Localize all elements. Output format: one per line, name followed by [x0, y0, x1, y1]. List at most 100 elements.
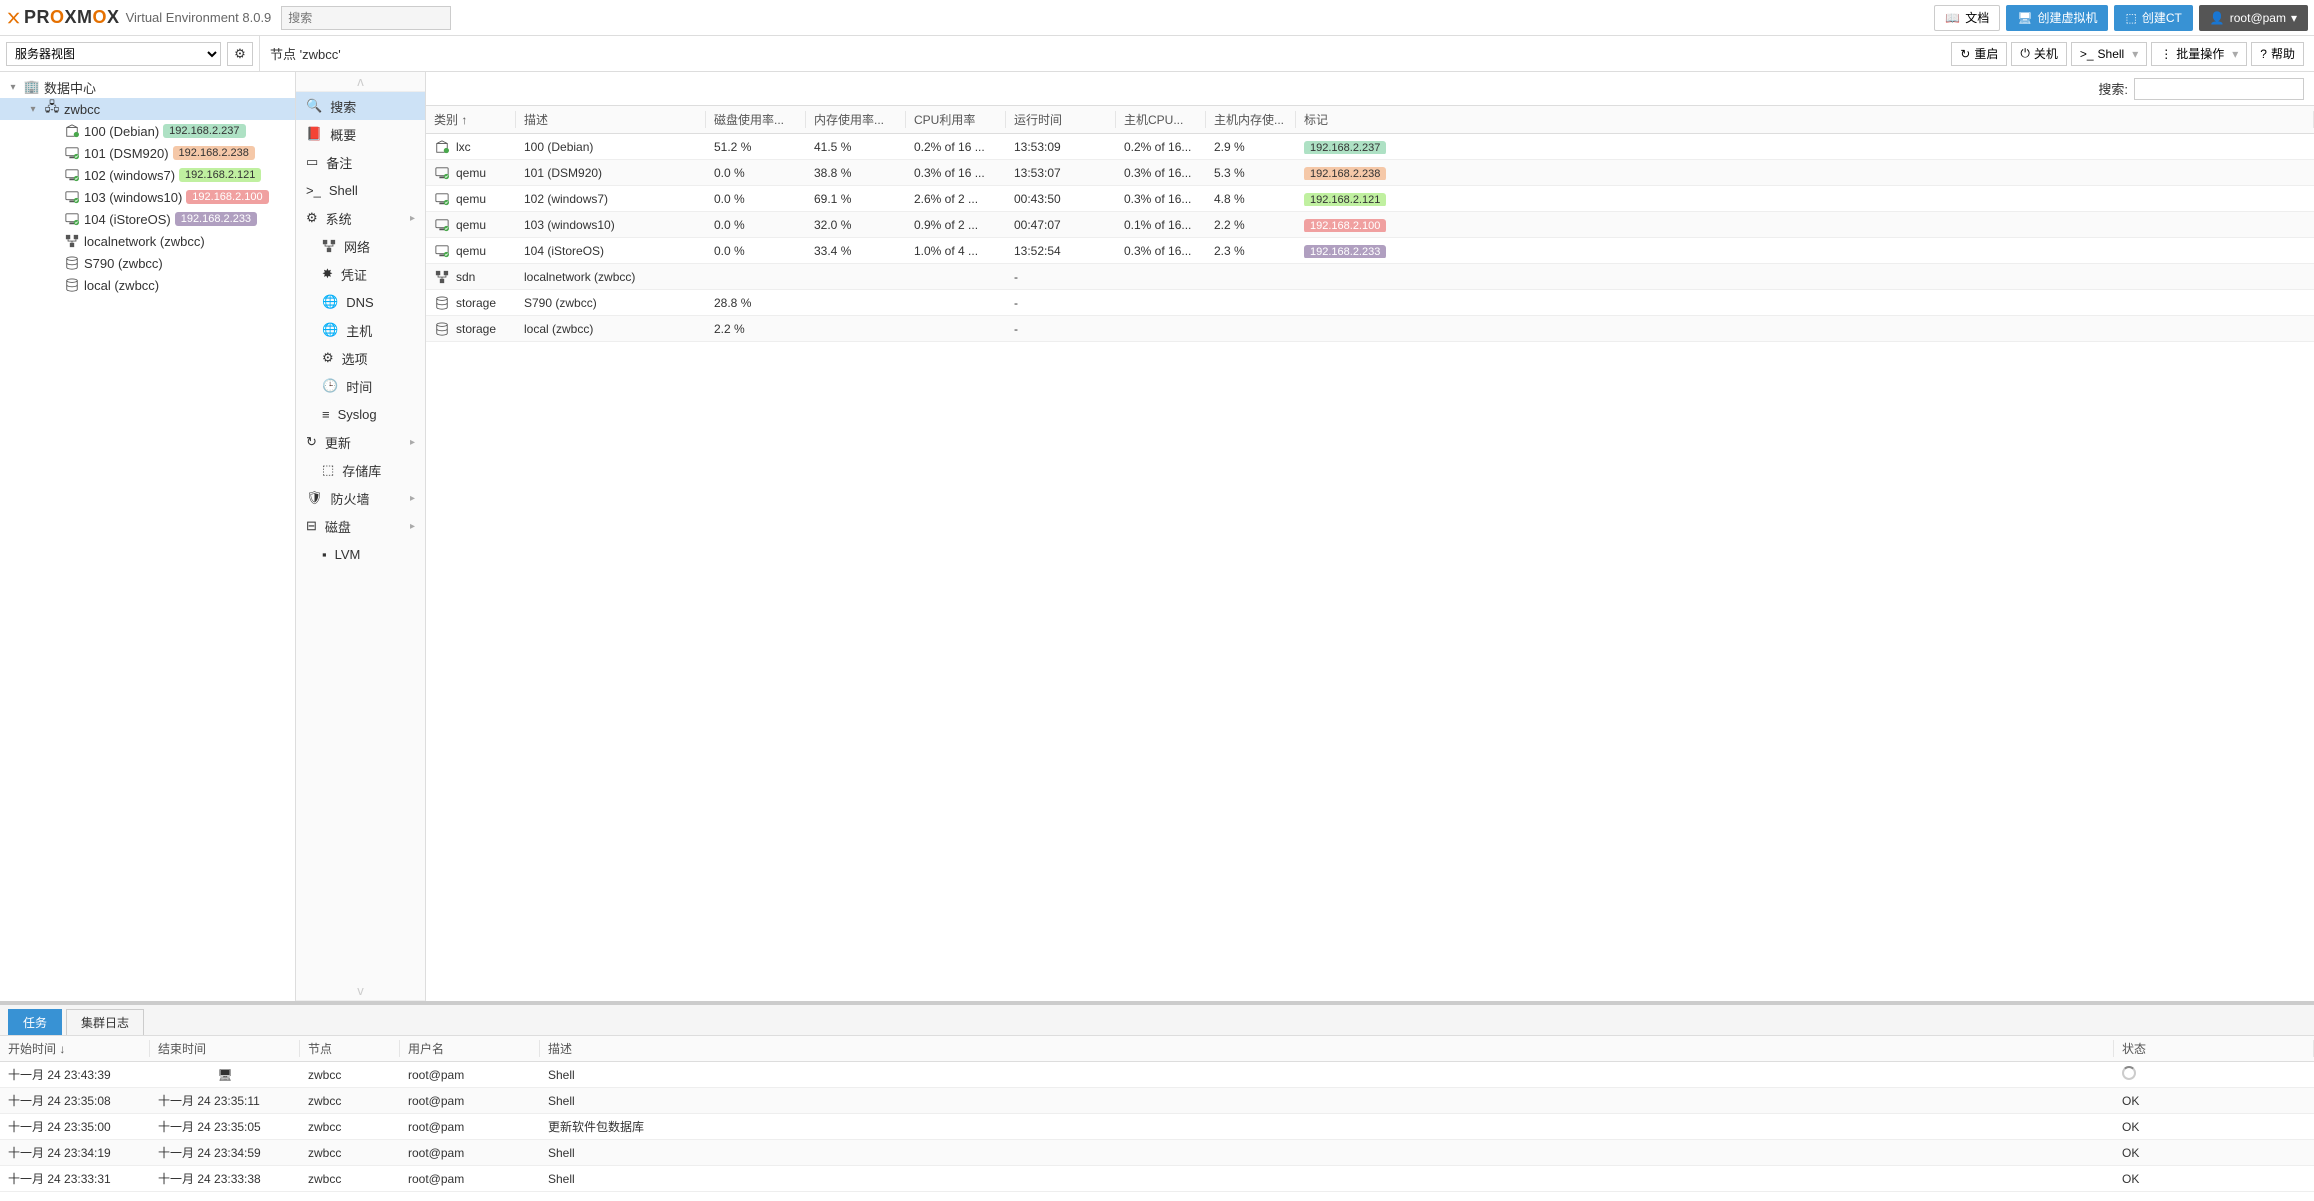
- create-ct-button[interactable]: ⬚ 创建CT: [2114, 5, 2192, 31]
- tree-item[interactable]: 104 (iStoreOS) 192.168.2.233: [0, 208, 295, 230]
- breadcrumb: 节点 'zwbcc': [270, 44, 341, 63]
- docs-button[interactable]: 📖 文档: [1934, 5, 2000, 31]
- menu-item-更新[interactable]: ↻更新▸: [296, 428, 425, 456]
- task-row[interactable]: 十一月 24 23:35:00十一月 24 23:35:05zwbccroot@…: [0, 1114, 2314, 1140]
- chevron-right-icon: ▸: [410, 437, 415, 448]
- col-tags[interactable]: 标记: [1296, 111, 2314, 128]
- help-button[interactable]: ?帮助: [2251, 42, 2304, 66]
- vm-icon: [64, 167, 80, 183]
- tab-tasks[interactable]: 任务: [8, 1009, 62, 1035]
- menu-item-Shell[interactable]: >_Shell: [296, 176, 425, 204]
- global-search-input[interactable]: [281, 6, 451, 30]
- col-node[interactable]: 节点: [300, 1040, 400, 1057]
- menu-item-DNS[interactable]: 🌐DNS: [296, 288, 425, 316]
- menu-item-网络[interactable]: 网络: [296, 232, 425, 260]
- menu-item-LVM[interactable]: ▪LVM: [296, 540, 425, 568]
- tree-item-label: 104 (iStoreOS): [84, 212, 171, 227]
- grid-row[interactable]: sdnlocalnetwork (zwbcc)-: [426, 264, 2314, 290]
- grid-row[interactable]: lxc100 (Debian)51.2 %41.5 %0.2% of 16 ..…: [426, 134, 2314, 160]
- menu-item-label: 防火墙: [331, 489, 370, 508]
- menu-item-时间[interactable]: 🕒时间: [296, 372, 425, 400]
- menu-item-存储库[interactable]: ⬚存储库: [296, 456, 425, 484]
- col-hostcpu[interactable]: 主机CPU...: [1116, 111, 1206, 128]
- tree-item[interactable]: S790 (zwbcc): [0, 252, 295, 274]
- ip-tag: 192.168.2.237: [1304, 141, 1386, 154]
- ip-tag: 192.168.2.233: [175, 212, 257, 226]
- menu-item-概要[interactable]: 📕概要: [296, 120, 425, 148]
- tree-node[interactable]: ▾ 🖧 zwbcc: [0, 98, 295, 120]
- create-vm-button[interactable]: 🖥 创建虚拟机: [2006, 5, 2108, 31]
- col-uptime[interactable]: 运行时间: [1006, 111, 1116, 128]
- menu-item-Syslog[interactable]: ≡Syslog: [296, 400, 425, 428]
- tree-item[interactable]: 101 (DSM920)192.168.2.238: [0, 142, 295, 164]
- menu-item-选项[interactable]: ⚙ 选项: [296, 344, 425, 372]
- ip-tag: 192.168.2.100: [1304, 219, 1386, 232]
- reboot-button[interactable]: ↻重启: [1951, 42, 2007, 66]
- menu-collapse-up[interactable]: ʌ: [296, 72, 425, 92]
- task-row[interactable]: 十一月 24 23:35:08十一月 24 23:35:11zwbccroot@…: [0, 1088, 2314, 1114]
- task-header: 开始时间 ↓ 结束时间 节点 用户名 描述 状态: [0, 1036, 2314, 1062]
- bulk-button[interactable]: ⋮批量操作▾: [2151, 42, 2247, 66]
- tree-item[interactable]: 103 (windows10)192.168.2.100: [0, 186, 295, 208]
- col-type[interactable]: 类别 ↑: [426, 111, 516, 128]
- view-selector[interactable]: 服务器视图: [6, 42, 221, 66]
- grid-row[interactable]: qemu102 (windows7)0.0 %69.1 %2.6% of 2 .…: [426, 186, 2314, 212]
- refresh-icon: ↻: [306, 434, 317, 450]
- terminal-icon: >_: [2080, 47, 2094, 61]
- menu-item-搜索[interactable]: 🔍搜索: [296, 92, 425, 120]
- menu-item-备注[interactable]: ▭备注: [296, 148, 425, 176]
- col-desc[interactable]: 描述: [516, 111, 706, 128]
- menu-item-防火墙[interactable]: 🛡防火墙▸: [296, 484, 425, 512]
- grid-row[interactable]: storagelocal (zwbcc)2.2 %-: [426, 316, 2314, 342]
- col-cpu[interactable]: CPU利用率: [906, 111, 1006, 128]
- shutdown-button[interactable]: ⏻关机: [2011, 42, 2067, 66]
- grid-row[interactable]: qemu101 (DSM920)0.0 %38.8 %0.3% of 16 ..…: [426, 160, 2314, 186]
- grid-search-input[interactable]: [2134, 78, 2304, 100]
- search-label: 搜索:: [2098, 79, 2128, 98]
- col-mem[interactable]: 内存使用率...: [806, 111, 906, 128]
- chevron-right-icon: ▸: [410, 493, 415, 504]
- tree-item[interactable]: localnetwork (zwbcc): [0, 230, 295, 252]
- task-row[interactable]: 十一月 24 23:33:31十一月 24 23:33:38zwbccroot@…: [0, 1166, 2314, 1192]
- tree-item[interactable]: local (zwbcc): [0, 274, 295, 296]
- side-menu: ʌ 🔍搜索📕概要▭备注>_Shell⚙系统▸网络✸凭证🌐DNS🌐主机 ⚙ 选项 🕒时间…: [296, 72, 426, 1001]
- grid-row[interactable]: qemu104 (iStoreOS)0.0 %33.4 %1.0% of 4 .…: [426, 238, 2314, 264]
- col-desc[interactable]: 描述: [540, 1040, 2114, 1057]
- col-end[interactable]: 结束时间: [150, 1040, 300, 1057]
- col-user[interactable]: 用户名: [400, 1040, 540, 1057]
- tree-datacenter[interactable]: ▾ 🏢 数据中心: [0, 76, 295, 98]
- task-row[interactable]: 十一月 24 23:43:39🖥zwbccroot@pamShell: [0, 1062, 2314, 1088]
- collapse-icon[interactable]: ▾: [6, 82, 20, 93]
- refresh-icon: ↻: [1960, 47, 1970, 61]
- menu-item-label: 选项: [342, 349, 368, 368]
- tree-item[interactable]: 100 (Debian)192.168.2.237: [0, 120, 295, 142]
- vm-icon: [434, 243, 450, 259]
- collapse-icon[interactable]: ▾: [26, 104, 40, 115]
- header: PROXMOX Virtual Environment 8.0.9 📖 文档 🖥…: [0, 0, 2314, 36]
- grid-row[interactable]: storageS790 (zwbcc)28.8 %-: [426, 290, 2314, 316]
- tab-cluster-log[interactable]: 集群日志: [66, 1009, 144, 1035]
- tree-item[interactable]: 102 (windows7)192.168.2.121: [0, 164, 295, 186]
- menu-item-系统[interactable]: ⚙系统▸: [296, 204, 425, 232]
- disk-icon: ⊟: [306, 518, 317, 534]
- vm-icon: [434, 217, 450, 233]
- menu-item-磁盘[interactable]: ⊟磁盘▸: [296, 512, 425, 540]
- gear-icon: ⚙: [322, 350, 334, 366]
- col-start[interactable]: 开始时间 ↓: [0, 1040, 150, 1057]
- menu-item-label: 系统: [326, 209, 352, 228]
- user-menu-button[interactable]: 👤 root@pam ▾: [2199, 5, 2308, 31]
- logo[interactable]: PROXMOX: [6, 7, 120, 28]
- col-disk[interactable]: 磁盘使用率...: [706, 111, 806, 128]
- task-row[interactable]: 十一月 24 23:34:19十一月 24 23:34:59zwbccroot@…: [0, 1140, 2314, 1166]
- globe-icon: 🌐: [322, 294, 338, 310]
- view-settings-button[interactable]: ⚙: [227, 42, 253, 66]
- shell-button[interactable]: >_Shell▾: [2071, 42, 2147, 66]
- logo-text: PROXMOX: [24, 7, 120, 28]
- menu-item-凭证[interactable]: ✸凭证: [296, 260, 425, 288]
- menu-collapse-down[interactable]: v: [296, 981, 425, 1001]
- grid-row[interactable]: qemu103 (windows10)0.0 %32.0 %0.9% of 2 …: [426, 212, 2314, 238]
- menu-item-主机[interactable]: 🌐主机: [296, 316, 425, 344]
- col-status[interactable]: 状态: [2114, 1040, 2314, 1057]
- main: ▾ 🏢 数据中心 ▾ 🖧 zwbcc 100 (Debian)192.168.2…: [0, 72, 2314, 1001]
- col-hostmem[interactable]: 主机内存使...: [1206, 111, 1296, 128]
